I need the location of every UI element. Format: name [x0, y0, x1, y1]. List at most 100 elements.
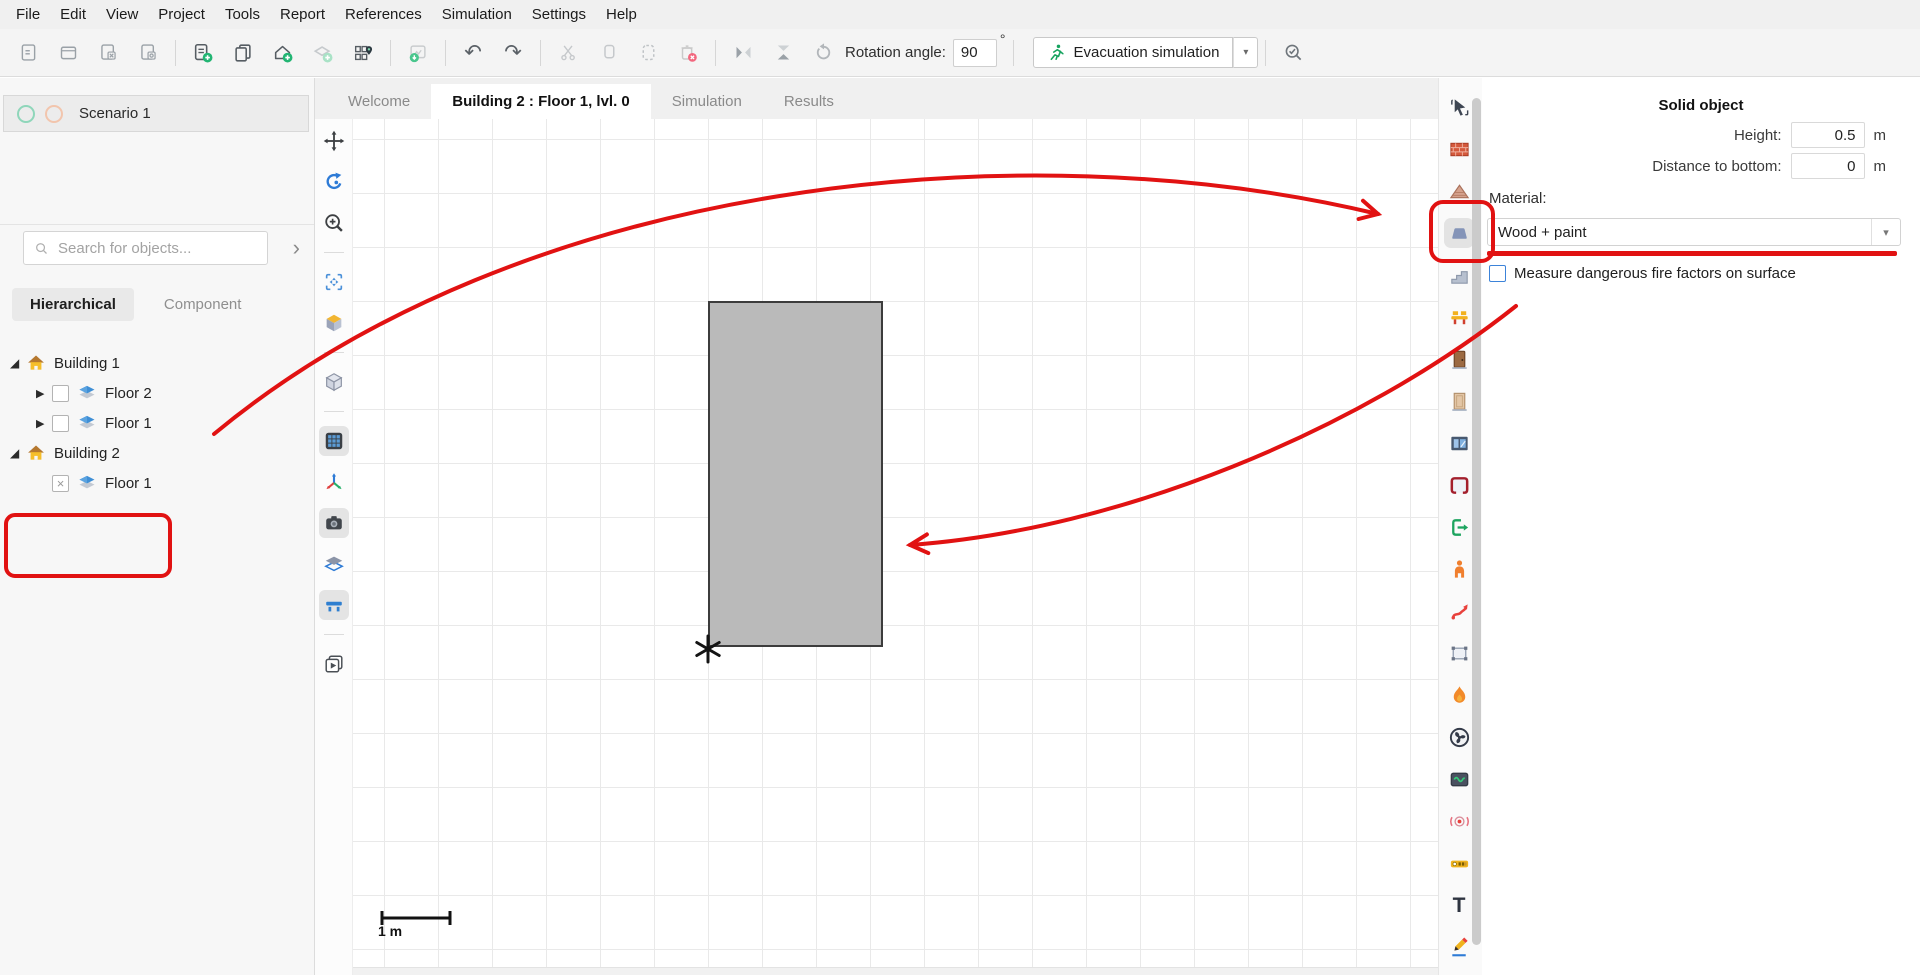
add-floor-button[interactable] [303, 35, 343, 71]
fire-tool-button[interactable] [1444, 680, 1474, 710]
open-document-button[interactable] [48, 35, 88, 71]
tree-row-b1-floor-1[interactable]: ▶ Floor 1 [0, 408, 314, 438]
menu-help[interactable]: Help [596, 1, 647, 28]
opening-tool-button[interactable] [1444, 470, 1474, 500]
horizontal-scrollbar[interactable] [353, 967, 1438, 975]
menu-project[interactable]: Project [148, 1, 215, 28]
person-tool-button[interactable] [1444, 554, 1474, 584]
furniture-view-button[interactable] [319, 590, 349, 620]
exit-tool-button[interactable] [1444, 512, 1474, 542]
rotation-angle-input[interactable] [953, 39, 997, 67]
check-results-button[interactable] [1273, 35, 1313, 71]
screenshot-button[interactable] [319, 508, 349, 538]
toolbar-scrollbar[interactable] [1472, 82, 1481, 971]
text-tool-button[interactable]: T [1444, 890, 1474, 920]
undo-button[interactable]: ↶ [453, 35, 493, 71]
move-tool-button[interactable] [319, 126, 349, 156]
view-wireframe-button[interactable] [319, 367, 349, 397]
drawing-canvas[interactable]: 1 m [315, 119, 1438, 975]
evacuation-simulation-button[interactable]: Evacuation simulation [1033, 37, 1234, 68]
distance-to-bottom-input[interactable] [1791, 153, 1865, 179]
alarm-tool-button[interactable] [1444, 806, 1474, 836]
grid-toggle-button[interactable] [319, 426, 349, 456]
presentation-button[interactable] [319, 649, 349, 679]
add-scenario-button[interactable] [183, 35, 223, 71]
furniture-tool-button[interactable] [1444, 302, 1474, 332]
flip-horizontal-button[interactable] [723, 35, 763, 71]
zoom-tool-button[interactable] [319, 208, 349, 238]
canvas-grid[interactable] [353, 119, 1438, 975]
dropdown-button[interactable]: ▾ [1871, 219, 1900, 245]
floor-visibility-checkbox[interactable] [52, 415, 69, 432]
cut-icon [558, 42, 579, 63]
paste-button[interactable] [628, 35, 668, 71]
scenario-item[interactable]: Scenario 1 [3, 95, 309, 132]
material-dropdown[interactable]: Wood + paint ▾ [1487, 218, 1901, 246]
menu-view[interactable]: View [96, 1, 148, 28]
duplicate-scenario-button[interactable] [223, 35, 263, 71]
tab-results[interactable]: Results [763, 84, 855, 119]
tab-building-2-floor-1[interactable]: Building 2 : Floor 1, lvl. 0 [431, 84, 651, 119]
stairs-tool-button[interactable] [1444, 260, 1474, 290]
menu-references[interactable]: References [335, 1, 432, 28]
tree-row-b2-floor-1[interactable]: × Floor 1 [0, 468, 314, 498]
expand-icon[interactable]: ◢ [10, 356, 26, 370]
evacuation-dropdown-button[interactable]: ▾ [1233, 37, 1258, 68]
redo-button[interactable]: ↷ [493, 35, 533, 71]
menu-edit[interactable]: Edit [50, 1, 96, 28]
search-submit-chevron-icon[interactable]: › [293, 233, 300, 263]
flip-vertical-button[interactable] [763, 35, 803, 71]
new-document-button[interactable] [8, 35, 48, 71]
collapse-icon[interactable]: ▶ [36, 387, 52, 400]
tree-row-b1-floor-2[interactable]: ▶ Floor 2 [0, 378, 314, 408]
add-building-button[interactable] [263, 35, 303, 71]
search-input[interactable] [58, 240, 257, 257]
bench-icon [323, 594, 345, 616]
tree-row-building-1[interactable]: ◢ Building 1 [0, 348, 314, 378]
tab-component[interactable]: Component [158, 288, 248, 321]
measuring-device-tool-button[interactable] [1444, 764, 1474, 794]
save-document-button[interactable] [128, 35, 168, 71]
floor-visibility-checkbox-checked[interactable]: × [52, 475, 69, 492]
view-3d-button[interactable] [319, 308, 349, 338]
doorway-tool-button[interactable] [1444, 386, 1474, 416]
select-tool-button[interactable] [1444, 92, 1474, 122]
rotate-button[interactable] [803, 35, 843, 71]
route-tool-button[interactable] [1444, 596, 1474, 626]
axes-toggle-button[interactable] [319, 467, 349, 497]
draw-tool-button[interactable] [1444, 932, 1474, 962]
ramp-tool-button[interactable] [1444, 176, 1474, 206]
menu-tools[interactable]: Tools [215, 1, 270, 28]
scrollbar-thumb[interactable] [1472, 98, 1481, 945]
tab-welcome[interactable]: Welcome [327, 84, 431, 119]
tab-hierarchical[interactable]: Hierarchical [12, 288, 134, 321]
fit-view-button[interactable] [319, 267, 349, 297]
solid-object-tool-button[interactable] [1444, 218, 1474, 248]
layers-button[interactable] [319, 549, 349, 579]
window-tool-button[interactable] [1444, 428, 1474, 458]
tree-row-building-2[interactable]: ◢ Building 2 [0, 438, 314, 468]
rotate-tool-button[interactable] [319, 167, 349, 197]
wall-tool-button[interactable] [1444, 134, 1474, 164]
copy-button[interactable] [588, 35, 628, 71]
height-input[interactable] [1791, 122, 1865, 148]
map-view-button[interactable] [343, 35, 383, 71]
measure-surface-checkbox[interactable] [1489, 265, 1506, 282]
tab-simulation[interactable]: Simulation [651, 84, 763, 119]
solid-object-shape[interactable] [708, 301, 883, 647]
cut-button[interactable] [548, 35, 588, 71]
fan-tool-button[interactable] [1444, 722, 1474, 752]
collapse-icon[interactable]: ▶ [36, 417, 52, 430]
menu-settings[interactable]: Settings [522, 1, 596, 28]
import-image-button[interactable] [398, 35, 438, 71]
menu-report[interactable]: Report [270, 1, 335, 28]
menu-file[interactable]: File [6, 1, 50, 28]
door-tool-button[interactable] [1444, 344, 1474, 374]
floor-visibility-checkbox[interactable] [52, 385, 69, 402]
area-tool-button[interactable] [1444, 638, 1474, 668]
expand-icon[interactable]: ◢ [10, 446, 26, 460]
menu-simulation[interactable]: Simulation [432, 1, 522, 28]
delete-button[interactable] [668, 35, 708, 71]
extinguisher-tool-button[interactable] [1444, 848, 1474, 878]
close-document-button[interactable] [88, 35, 128, 71]
